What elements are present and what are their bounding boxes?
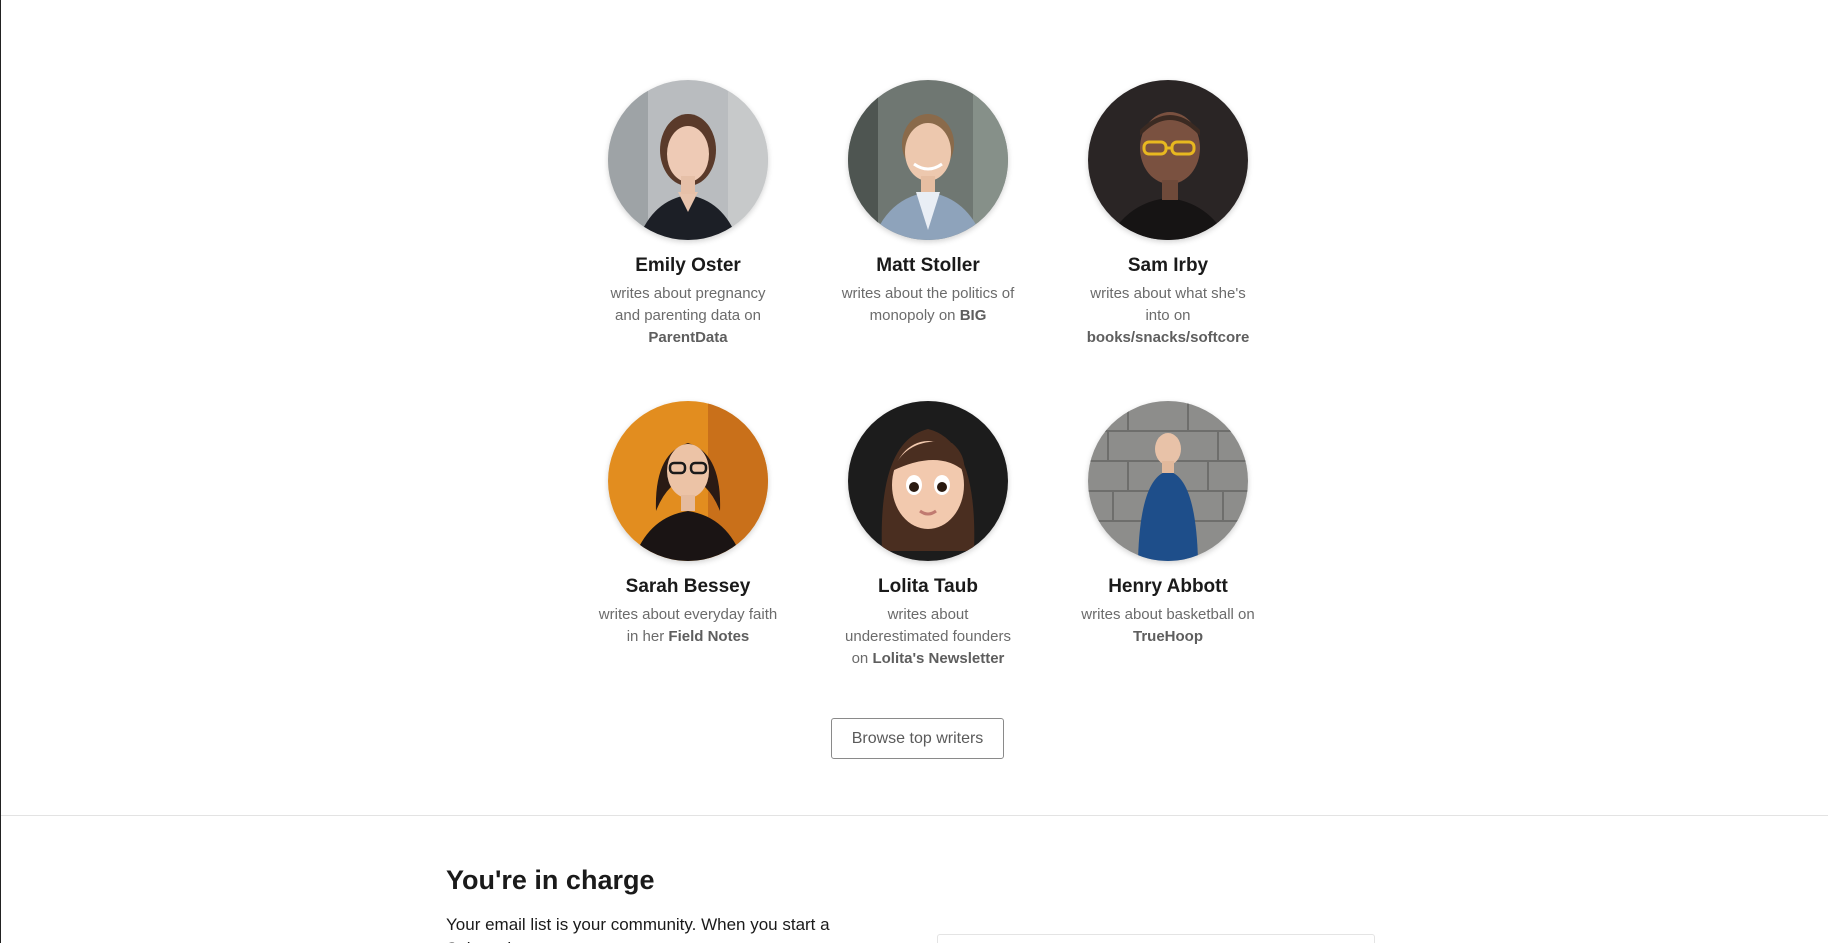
writer-name: Henry Abbott — [1108, 576, 1228, 597]
writer-description: writes about the politics of monopoly on… — [838, 283, 1018, 327]
writer-description: writes about underestimated founders on … — [838, 604, 1018, 670]
feature-card — [937, 934, 1375, 943]
writer-description: writes about what she's into on books/sn… — [1078, 283, 1258, 349]
description-text: writes about the politics of monopoly on — [841, 285, 1015, 324]
avatar[interactable] — [608, 401, 768, 561]
lolita-taub-avatar — [848, 401, 1008, 561]
avatar[interactable] — [1088, 80, 1248, 240]
description-text: writes about what she's into on — [1090, 285, 1246, 324]
writer-description: writes about pregnancy and parenting dat… — [598, 283, 778, 349]
writer-description: writes about basketball on TrueHoop — [1078, 604, 1258, 648]
writer-card[interactable]: Emily Oster writes about pregnancy and p… — [568, 80, 808, 363]
publication-name[interactable]: books/snacks/softcore — [1087, 329, 1250, 346]
publication-name[interactable]: ParentData — [648, 329, 727, 346]
avatar[interactable] — [848, 80, 1008, 240]
writer-name: Lolita Taub — [878, 576, 978, 597]
writers-grid: Emily Oster writes about pregnancy and p… — [568, 80, 1288, 684]
publication-name[interactable]: TrueHoop — [1133, 628, 1203, 645]
page: Emily Oster writes about pregnancy and p… — [0, 0, 1828, 943]
description-text: writes about pregnancy and parenting dat… — [610, 285, 766, 324]
writer-card[interactable]: Matt Stoller writes about the politics o… — [808, 80, 1048, 363]
writer-card[interactable]: Sam Irby writes about what she's into on… — [1048, 80, 1288, 363]
publication-name[interactable]: Lolita's Newsletter — [872, 650, 1004, 667]
browse-top-writers-button[interactable]: Browse top writers — [831, 718, 1004, 759]
sarah-bessey-avatar — [608, 401, 768, 561]
writer-name: Matt Stoller — [876, 255, 980, 276]
publication-name[interactable]: Field Notes — [668, 628, 749, 645]
writer-name: Sam Irby — [1127, 255, 1209, 276]
writer-name: Sarah Bessey — [625, 576, 751, 597]
henry-abbott-avatar — [1088, 401, 1248, 561]
writer-card[interactable]: Sarah Bessey writes about everyday faith… — [568, 401, 808, 684]
writer-description: writes about everyday faith in her Field… — [598, 604, 778, 648]
avatar[interactable] — [1088, 401, 1248, 561]
emily-oster-avatar — [608, 80, 768, 240]
section-divider — [1, 815, 1828, 816]
section-title: You're in charge — [446, 865, 655, 895]
avatar[interactable] — [608, 80, 768, 240]
avatar[interactable] — [848, 401, 1008, 561]
description-text: writes about basketball on — [1081, 606, 1255, 623]
sam-irby-avatar — [1088, 80, 1248, 240]
publication-name[interactable]: BIG — [960, 307, 987, 324]
section-description: Your email list is your community. When … — [446, 915, 830, 943]
matt-stoller-avatar — [848, 80, 1008, 240]
writer-card[interactable]: Henry Abbott writes about basketball on … — [1048, 401, 1288, 684]
writer-card[interactable]: Lolita Taub writes about underestimated … — [808, 401, 1048, 684]
writer-name: Emily Oster — [635, 255, 741, 276]
